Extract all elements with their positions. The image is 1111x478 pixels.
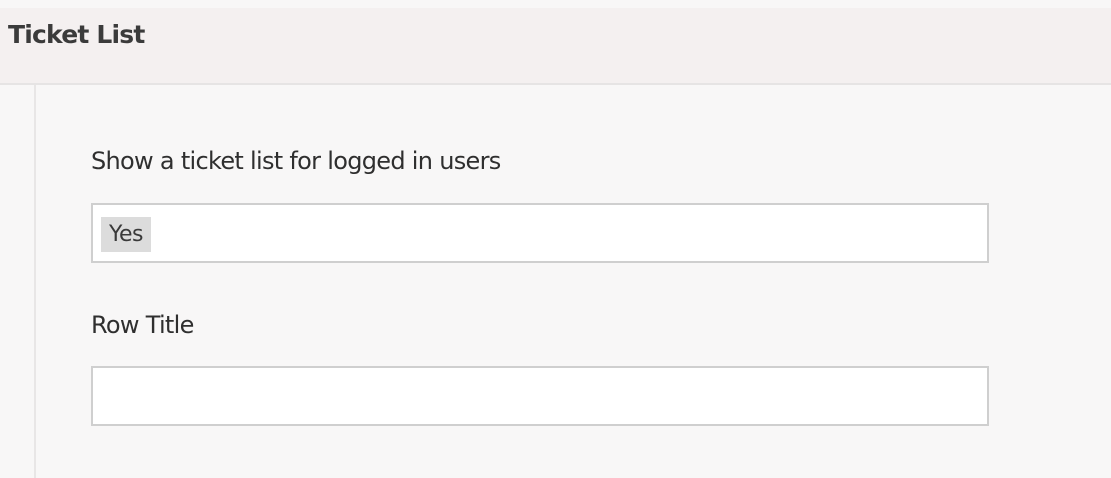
- show-ticket-list-label: Show a ticket list for logged in users: [91, 147, 501, 175]
- selected-option-chip[interactable]: Yes: [101, 217, 152, 252]
- panel-header: Ticket List: [0, 8, 1111, 85]
- row-title-input[interactable]: [91, 366, 989, 426]
- ticket-list-panel: Ticket List Show a ticket list for logge…: [0, 0, 1111, 478]
- show-ticket-list-select[interactable]: Yes: [91, 203, 989, 263]
- row-title-label: Row Title: [91, 311, 194, 339]
- panel-title: Ticket List: [8, 20, 145, 49]
